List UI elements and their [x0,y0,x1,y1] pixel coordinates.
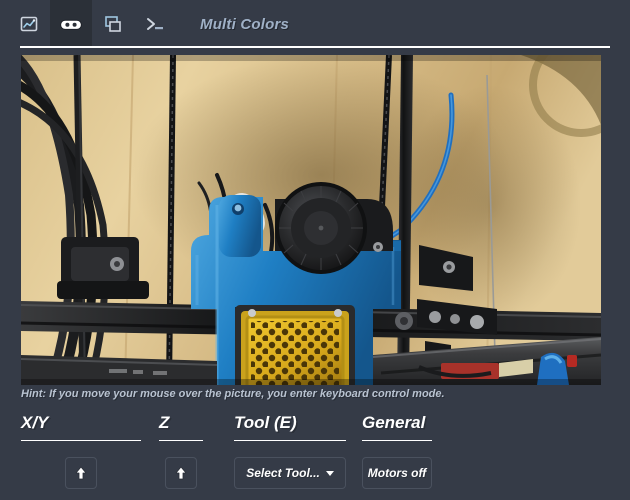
section-title-z: Z [159,413,170,432]
section-divider-tool [234,440,346,441]
chart-icon [19,14,39,34]
page-title: Multi Colors [200,15,290,33]
control-page: Multi Colors Hint: If you move your mous… [0,0,630,500]
tab-terminal[interactable] [134,0,176,48]
control-section-xy: X/Y [21,412,141,489]
control-section-z: Z [159,412,203,489]
windows-icon [103,14,123,34]
section-divider-xy [21,440,141,441]
jog-z-plus-button[interactable] [165,457,197,489]
control-section-general: General Motors off [362,412,432,489]
motors-off-label: Motors off [367,466,427,480]
motors-off-button[interactable]: Motors off [362,457,432,489]
gamepad-icon [60,14,82,34]
arrow-up-icon [173,465,189,481]
tabstrip-divider [20,46,610,48]
tabstrip: Multi Colors [0,0,630,48]
keyboard-control-hint: Hint: If you move your mouse over the pi… [21,388,445,400]
select-tool-label: Select Tool... [246,466,320,480]
select-tool-dropdown[interactable]: Select Tool... [234,457,346,489]
tab-temperature[interactable] [8,0,50,48]
chevron-down-icon [325,470,334,476]
control-panel: X/Y Z Tool (E) Select Tool... General Mo… [0,412,630,500]
section-title-tool: Tool (E) [234,413,297,432]
webcam-stream[interactable] [21,55,601,385]
tab-control[interactable] [50,0,92,48]
section-title-general: General [362,413,426,432]
section-divider-z [159,440,203,441]
tab-gcode-viewer[interactable] [92,0,134,48]
webcam-image[interactable] [21,55,601,385]
terminal-icon [144,14,166,34]
arrow-up-icon [73,465,89,481]
control-section-tool: Tool (E) Select Tool... [234,412,346,489]
jog-y-plus-button[interactable] [65,457,97,489]
section-divider-general [362,440,432,441]
section-title-xy: X/Y [21,413,49,432]
